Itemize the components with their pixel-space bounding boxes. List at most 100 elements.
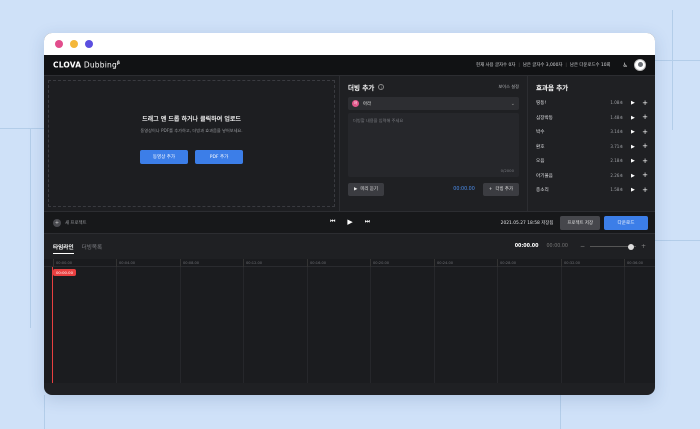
play-icon: ▶ <box>354 186 358 192</box>
time-ruler[interactable]: 00:00.00 00:04.00 00:08.00 00:12.00 00:1… <box>44 259 655 267</box>
accessibility-icon[interactable]: ♿ <box>623 62 628 69</box>
plus-icon[interactable]: + <box>641 99 649 107</box>
add-video-button[interactable]: 동영상 추가 <box>140 149 188 164</box>
app-logo[interactable]: CLOVA Dubbingβ <box>53 60 120 70</box>
ruler-tick: 00:20.00 <box>370 259 389 267</box>
dubbing-title: 더빙 추가 <box>348 84 375 92</box>
dubbing-text-input[interactable]: 더빙할 내용을 입력해 주세요 0/2000 <box>348 113 519 177</box>
saved-timestamp: 2021.05.27 18:58 저장됨 <box>500 220 554 226</box>
dubbing-panel: 더빙 추가 i 보이스 설정 아 아라 ⌄ 더빙할 내용을 입력해 주세요 0/… <box>340 76 528 211</box>
avatar[interactable] <box>634 59 646 71</box>
play-icon[interactable]: ▶ <box>631 158 639 164</box>
preview-button[interactable]: ▶ 미리 듣기 <box>348 182 384 196</box>
sfx-item: 종소리 1.58초 ▶ + <box>536 185 649 194</box>
new-project-button[interactable]: + 새 프로젝트 <box>53 218 87 227</box>
voice-avatar: 아 <box>352 100 359 107</box>
chevron-down-icon: ⌄ <box>510 100 515 107</box>
add-dubbing-button[interactable]: + 더빙 추가 <box>482 182 519 196</box>
plus-icon[interactable]: + <box>641 128 649 136</box>
dropzone-title: 드래그 앤 드롭 하거나 클릭하여 업로드 <box>142 115 241 123</box>
bg-line <box>560 395 561 429</box>
play-icon[interactable]: ▶ <box>631 129 639 135</box>
plus-icon: + <box>53 218 61 227</box>
skip-back-icon[interactable]: ⏮ <box>330 218 335 226</box>
sfx-item: 아기울음 2.26초 ▶ + <box>536 171 649 180</box>
main-panels: 드래그 앤 드롭 하거나 클릭하여 업로드 동영상이나 PDF를 추가하고, 더… <box>44 76 655 211</box>
sfx-item: 오음 2.18초 ▶ + <box>536 156 649 165</box>
dropzone-subtitle: 동영상이나 PDF를 추가하고, 더빙과 효과음을 넣어보세요. <box>140 127 243 133</box>
bg-line <box>672 10 673 130</box>
transport-controls: ⏮ ▶ ⏭ <box>330 218 370 226</box>
bg-line <box>44 395 45 429</box>
ruler-tick: 00:36.00 <box>624 259 643 267</box>
play-icon[interactable]: ▶ <box>631 173 639 179</box>
playhead-time-badge[interactable]: 00:00.00 <box>53 269 76 276</box>
sfx-item: 띵동! 1.08초 ▶ + <box>536 98 649 107</box>
plus-icon[interactable]: + <box>641 143 649 150</box>
voice-name: 아라 <box>363 101 372 107</box>
timeline-tabs: 타임라인 더빙목록 00:00.00 00:00.00 − + <box>44 234 655 259</box>
play-icon[interactable]: ▶ <box>347 218 352 226</box>
timeline-total-time: 00:00.00 <box>546 244 568 249</box>
voice-select[interactable]: 아 아라 ⌄ <box>348 97 519 110</box>
dubbing-placeholder: 더빙할 내용을 입력해 주세요 <box>353 118 404 123</box>
dubbing-duration: 00:00.00 <box>453 186 475 192</box>
ruler-tick: 00:12.00 <box>243 259 262 267</box>
tab-timeline[interactable]: 타임라인 <box>53 234 74 259</box>
plus-icon[interactable]: + <box>641 114 649 121</box>
usage-downloads-remaining: 남은 다운로드수 10회 <box>569 63 611 68</box>
ruler-tick: 00:08.00 <box>180 259 199 267</box>
sfx-item: 심장박동 1.48초 ▶ + <box>536 113 649 122</box>
control-bar: + 새 프로젝트 ⏮ ▶ ⏭ 2021.05.27 18:58 저장됨 프로젝트… <box>44 211 655 234</box>
bg-line <box>30 128 31 328</box>
plus-icon: + <box>488 186 493 192</box>
play-icon[interactable]: ▶ <box>631 187 639 193</box>
zoom-out-icon[interactable]: − <box>580 243 585 250</box>
ruler-tick: 00:28.00 <box>497 259 516 267</box>
ruler-tick: 00:24.00 <box>434 259 453 267</box>
tab-dubbing-list[interactable]: 더빙목록 <box>82 234 103 259</box>
play-icon[interactable]: ▶ <box>631 100 639 106</box>
sfx-item: 환호 3.71초 ▶ + <box>536 142 649 151</box>
dropzone[interactable]: 드래그 앤 드롭 하거나 클릭하여 업로드 동영상이나 PDF를 추가하고, 더… <box>48 80 335 207</box>
zoom-slider[interactable] <box>589 243 636 250</box>
bg-line <box>655 60 700 61</box>
bg-line <box>655 240 700 241</box>
timeline-current-time: 00:00.00 <box>514 244 539 249</box>
zoom-slider-handle[interactable] <box>627 243 634 250</box>
voice-settings-link[interactable]: 보이스 설정 <box>498 84 519 90</box>
ruler-tick: 00:32.00 <box>561 259 580 267</box>
plus-icon[interactable]: + <box>641 157 649 165</box>
playhead[interactable] <box>52 267 53 383</box>
usage-stats: 현재 사용 글자수 0자 | 남은 글자수 3,000자 | 남은 다운로드수 … <box>476 62 611 69</box>
sfx-panel: 효과음 추가 띵동! 1.08초 ▶ + 심장박동 1.48초 ▶ + 박수 3.14초 ▶ + … <box>528 76 655 211</box>
window-dot-maximize[interactable] <box>85 40 93 48</box>
char-count: 0/2000 <box>500 168 514 173</box>
download-button[interactable]: 다운로드 <box>604 215 648 230</box>
plus-icon[interactable]: + <box>641 186 649 194</box>
save-project-button[interactable]: 프로젝트 저장 <box>560 215 600 230</box>
ruler-tick: 00:00.00 <box>53 259 72 267</box>
zoom-in-icon[interactable]: + <box>641 243 646 250</box>
ruler-tick: 00:16.00 <box>307 259 326 267</box>
sfx-item: 박수 3.14초 ▶ + <box>536 127 649 136</box>
usage-chars-remaining: 남은 글자수 3,000자 <box>522 63 563 68</box>
info-icon[interactable]: i <box>378 84 385 90</box>
ruler-tick: 00:04.00 <box>116 259 135 267</box>
window-dot-minimize[interactable] <box>70 40 78 48</box>
bg-line <box>0 128 44 129</box>
skip-forward-icon[interactable]: ⏭ <box>365 218 370 226</box>
plus-icon[interactable]: + <box>641 172 649 179</box>
window-dot-close[interactable] <box>55 40 63 48</box>
window-chrome <box>44 33 655 55</box>
play-icon[interactable]: ▶ <box>631 115 639 121</box>
top-bar: CLOVA Dubbingβ 현재 사용 글자수 0자 | 남은 글자수 3,0… <box>44 55 655 76</box>
add-pdf-button[interactable]: PDF 추가 <box>195 149 243 164</box>
usage-chars-used: 현재 사용 글자수 0자 <box>476 63 516 68</box>
app-window: CLOVA Dubbingβ 현재 사용 글자수 0자 | 남은 글자수 3,0… <box>44 33 655 395</box>
play-icon[interactable]: ▶ <box>631 144 639 150</box>
upload-panel[interactable]: 드래그 앤 드롭 하거나 클릭하여 업로드 동영상이나 PDF를 추가하고, 더… <box>44 76 340 211</box>
sfx-list: 띵동! 1.08초 ▶ + 심장박동 1.48초 ▶ + 박수 3.14초 ▶ + 환호 3.71초… <box>536 96 649 198</box>
timeline-tracks[interactable] <box>44 267 655 383</box>
sfx-title: 효과음 추가 <box>536 84 569 92</box>
